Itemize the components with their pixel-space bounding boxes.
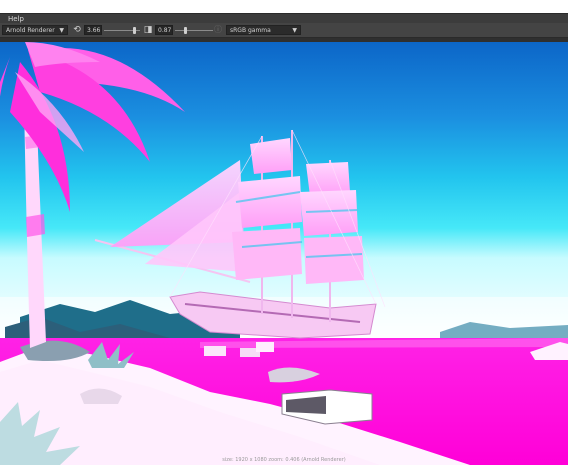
exposure-field[interactable]: 3.66: [84, 25, 102, 35]
renderer-label: Arnold Renderer: [6, 27, 55, 34]
gamma-slider-track[interactable]: [175, 30, 213, 31]
render-image: [0, 42, 568, 465]
exposure-slider-handle[interactable]: [133, 27, 136, 34]
info-icon: ⓘ: [214, 25, 222, 34]
render-view-toolbar: Arnold Renderer ▼ ⟲ 3.66 ◨ 0.87 ⓘ sRGB g…: [0, 23, 568, 38]
rock: [256, 342, 274, 352]
ship-sail: [250, 138, 292, 174]
color-space-dropdown[interactable]: sRGB gamma ▼: [226, 25, 301, 35]
rock: [204, 346, 226, 356]
color-space-label: sRGB gamma: [230, 27, 271, 34]
gamma-slider-handle[interactable]: [184, 27, 187, 34]
chevron-down-icon: ▼: [59, 27, 64, 34]
renderer-dropdown[interactable]: Arnold Renderer ▼: [2, 25, 68, 35]
render-status-bar: size: 1920 x 1080 zoom: 0.406 (Arnold Re…: [222, 457, 346, 463]
chevron-down-icon: ▼: [292, 27, 297, 34]
window-top-margin: [0, 0, 568, 13]
gamma-icon[interactable]: ◨: [143, 25, 153, 35]
ship-sail: [232, 228, 302, 280]
gamma-field[interactable]: 0.87: [155, 25, 173, 35]
ship-sail: [300, 190, 358, 236]
palm-trunk-ring: [26, 214, 45, 237]
render-viewport[interactable]: size: 1920 x 1080 zoom: 0.406 (Arnold Re…: [0, 42, 568, 465]
ship-sail: [238, 176, 302, 228]
refresh-icon[interactable]: ⟲: [72, 25, 82, 35]
